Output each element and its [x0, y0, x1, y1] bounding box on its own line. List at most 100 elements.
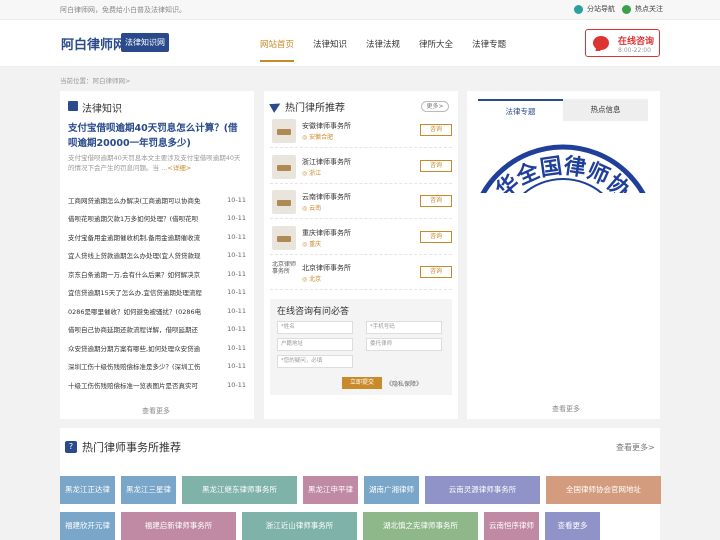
lawfirm-image-alt[interactable]: 北京律师事务所: [272, 261, 298, 285]
location-text: 重庆: [309, 240, 322, 248]
news-title[interactable]: 深圳工伤十级伤残赔偿标准是多少？(深圳工伤: [68, 361, 222, 371]
lawfirm-name[interactable]: 北京律师事务所: [302, 263, 351, 273]
gavel-icon[interactable]: [272, 154, 296, 179]
nav-regulations[interactable]: 法律法规: [366, 38, 400, 62]
hot-firms-panel: ? 热门律师事务所推荐 查看更多> 黑龙江正达律 黑龙江三星律 黑龙江继东律师事务所…: [60, 428, 661, 540]
summary-text: 支付宝借呗逾期40天罚息本文主要涉及支付宝借呗逾期40天的情况下会产生的罚息问题…: [68, 154, 241, 172]
firm-tag[interactable]: 全国律师协会官网地址: [546, 476, 661, 504]
news-item[interactable]: 支付宝备用金逾期催收机制,备用金逾期催收流 10-11: [68, 228, 246, 245]
news-item[interactable]: 借呗自己协商延期还款流程详解，借呗延期还 10-11: [68, 321, 246, 338]
firm-tag[interactable]: 湖南广湘律师: [364, 476, 419, 504]
lawyers-association-seal[interactable]: 中华全国律师协会: [478, 121, 648, 193]
hot-topics-link[interactable]: 热点关注: [622, 4, 663, 14]
lawfirm-item: 云南律师事务所 ◎ 云南 咨询: [270, 185, 452, 219]
topics-see-more[interactable]: 查看更多: [552, 404, 580, 414]
breadcrumb: 当前位置：阿白律师网>: [60, 77, 131, 85]
lawfirm-more-button[interactable]: 更多>: [421, 101, 449, 112]
firm-tag[interactable]: 查看更多: [545, 512, 600, 540]
firm-tag[interactable]: 福建欣开元律: [60, 512, 115, 540]
news-item[interactable]: 京东白条逾期一万,会有什么后果？如何解决京 10-11: [68, 265, 246, 282]
news-title[interactable]: 众安贷逾期分期方案有哪些,如何处理众安贷逾: [68, 343, 222, 353]
location-text: 安徽合肥: [309, 134, 334, 141]
location-text: 北京: [309, 276, 322, 283]
lawfirm-consult-button[interactable]: 咨询: [420, 230, 452, 243]
firm-tag[interactable]: 福建启新律师事务所: [121, 512, 236, 540]
lawfirm-consult-button[interactable]: 咨询: [420, 159, 452, 172]
knowledge-title: 法律知识: [82, 104, 122, 115]
headline-link[interactable]: 支付宝借呗逾期40天罚息怎么计算？(借呗逾期20000一年罚息多少): [68, 121, 243, 151]
welcome-text: 阿白律师网，免费给小白普及法律知识。: [60, 6, 186, 14]
news-title[interactable]: 京东白条逾期一万,会有什么后果？如何解决京: [68, 269, 222, 279]
gavel-icon[interactable]: [272, 119, 296, 143]
site-logo[interactable]: 阿白律师网: [61, 34, 126, 53]
name-input[interactable]: *姓名: [277, 321, 353, 334]
news-item[interactable]: 宜人贷线上贷款逾期怎么办处理(宜人贷贷款现 10-11: [68, 247, 246, 264]
hot-firms-title: 热门律师事务所推荐: [82, 441, 181, 454]
address-input[interactable]: 户籍地址: [277, 338, 353, 351]
logo-badge[interactable]: 法律知识网: [121, 33, 169, 52]
news-date: 10-11: [227, 325, 246, 333]
firm-tag[interactable]: 黑龙江继东律师事务所: [182, 476, 297, 504]
news-item[interactable]: 众安贷逾期分期方案有哪些,如何处理众安贷逾 10-11: [68, 339, 246, 356]
lawfirm-consult-button[interactable]: 咨询: [420, 124, 452, 136]
news-title[interactable]: 借呗花呗逾期欠款1万多如何处理？(借呗花呗: [68, 213, 222, 223]
paper-plane-icon: [269, 99, 283, 113]
lawfirm-location: ◎ 安徽合肥: [302, 134, 334, 141]
news-date: 10-11: [227, 195, 246, 204]
location-text: 浙江: [309, 169, 322, 177]
nav-knowledge[interactable]: 法律知识: [313, 38, 347, 62]
firm-tag[interactable]: 云南灵源律师事务所: [425, 476, 540, 504]
lawfirm-item: 浙江律师事务所 ◎ 浙江 咨询: [270, 150, 452, 184]
tab-hot-info[interactable]: 热点信息: [563, 99, 648, 121]
nav-home[interactable]: 网站首页: [260, 38, 295, 62]
news-title[interactable]: 支付宝备用金逾期催收机制,备用金逾期催收流: [68, 232, 222, 242]
firm-tag[interactable]: 浙江近山律师事务所: [242, 512, 357, 540]
gavel-icon[interactable]: [272, 225, 296, 250]
question-input[interactable]: *您的疑问，必填: [277, 355, 353, 368]
gavel-icon[interactable]: [272, 190, 296, 214]
news-title[interactable]: 0286是哪里催收？如何避免被骚扰？(0286电: [68, 306, 222, 316]
site-nav-link[interactable]: 分站导航: [574, 4, 615, 14]
lawfirm-consult-button[interactable]: 咨询: [420, 195, 452, 207]
tab-legal-topics[interactable]: 法律专题: [478, 99, 563, 121]
lawfirm-item: 北京律师事务所 北京律师事务所 ◎ 北京 咨询: [270, 256, 452, 290]
lawfirm-name[interactable]: 云南律师事务所: [302, 192, 351, 202]
firm-tag[interactable]: 湖北慎之宪律师事务所: [363, 512, 478, 540]
news-date: 10-11: [227, 232, 246, 241]
news-item[interactable]: 宜信贷逾期15天了怎么办,宜信贷逾期处理流程 10-11: [68, 284, 246, 301]
lawfirm-name[interactable]: 浙江律师事务所: [302, 157, 351, 167]
lawfirm-location: ◎ 北京: [302, 276, 322, 283]
lawyer-input[interactable]: 委托律师: [366, 338, 442, 351]
news-item[interactable]: 十级工伤伤残赔偿标准一览表图片是否真实可 10-11: [68, 376, 246, 393]
firm-tag[interactable]: 黑龙江正达律: [60, 476, 115, 504]
firm-tag[interactable]: 黑龙江申平律: [303, 476, 358, 504]
seal-graphic: 中华全国律师协会: [478, 144, 648, 193]
news-date: 10-11: [227, 288, 246, 296]
lawfirm-consult-button[interactable]: 咨询: [420, 266, 452, 278]
privacy-link[interactable]: 《隐私保障》: [386, 379, 422, 388]
news-item[interactable]: 工商网贷逾期怎么办解决(工商逾期可以协商免 10-11: [68, 191, 246, 208]
top-bar: 阿白律师网，免费给小白普及法律知识。 分站导航 热点关注: [0, 0, 720, 20]
news-item[interactable]: 借呗花呗逾期欠款1万多如何处理？(借呗花呗 10-11: [68, 210, 246, 227]
summary-more-link[interactable]: <详细>: [167, 164, 191, 172]
news-title[interactable]: 工商网贷逾期怎么办解决(工商逾期可以协商免: [68, 195, 222, 205]
submit-button[interactable]: 立即提交: [342, 377, 382, 389]
news-item[interactable]: 深圳工伤十级伤残赔偿标准是多少？(深圳工伤 10-11: [68, 358, 246, 375]
online-consult-button[interactable]: 在线咨询 8:00-22:00: [585, 29, 660, 57]
news-title[interactable]: 借呗自己协商延期还款流程详解，借呗延期还: [68, 324, 222, 334]
phone-input[interactable]: *手机号码: [366, 321, 442, 334]
news-title[interactable]: 十级工伤伤残赔偿标准一览表图片是否真实可: [68, 380, 222, 390]
news-title[interactable]: 宜信贷逾期15天了怎么办,宜信贷逾期处理流程: [68, 287, 222, 297]
hot-firms-more-link[interactable]: 查看更多>: [616, 442, 655, 453]
site-nav-label: 分站导航: [587, 5, 615, 13]
nav-topics[interactable]: 法律专题: [472, 38, 506, 62]
lawfirm-name[interactable]: 安徽律师事务所: [302, 121, 351, 131]
news-title[interactable]: 宜人贷线上贷款逾期怎么办处理(宜人贷贷款现: [68, 250, 222, 260]
knowledge-see-more[interactable]: 查看更多: [142, 406, 170, 416]
firm-tag[interactable]: 云南恒序律师: [484, 512, 539, 540]
chat-bubble-icon: [593, 36, 609, 50]
firm-tag[interactable]: 黑龙江三星律: [121, 476, 176, 504]
lawfirm-name[interactable]: 重庆律师事务所: [302, 228, 351, 238]
news-item[interactable]: 0286是哪里催收？如何避免被骚扰？(0286电 10-11: [68, 302, 246, 319]
nav-lawfirms[interactable]: 律所大全: [419, 38, 453, 62]
